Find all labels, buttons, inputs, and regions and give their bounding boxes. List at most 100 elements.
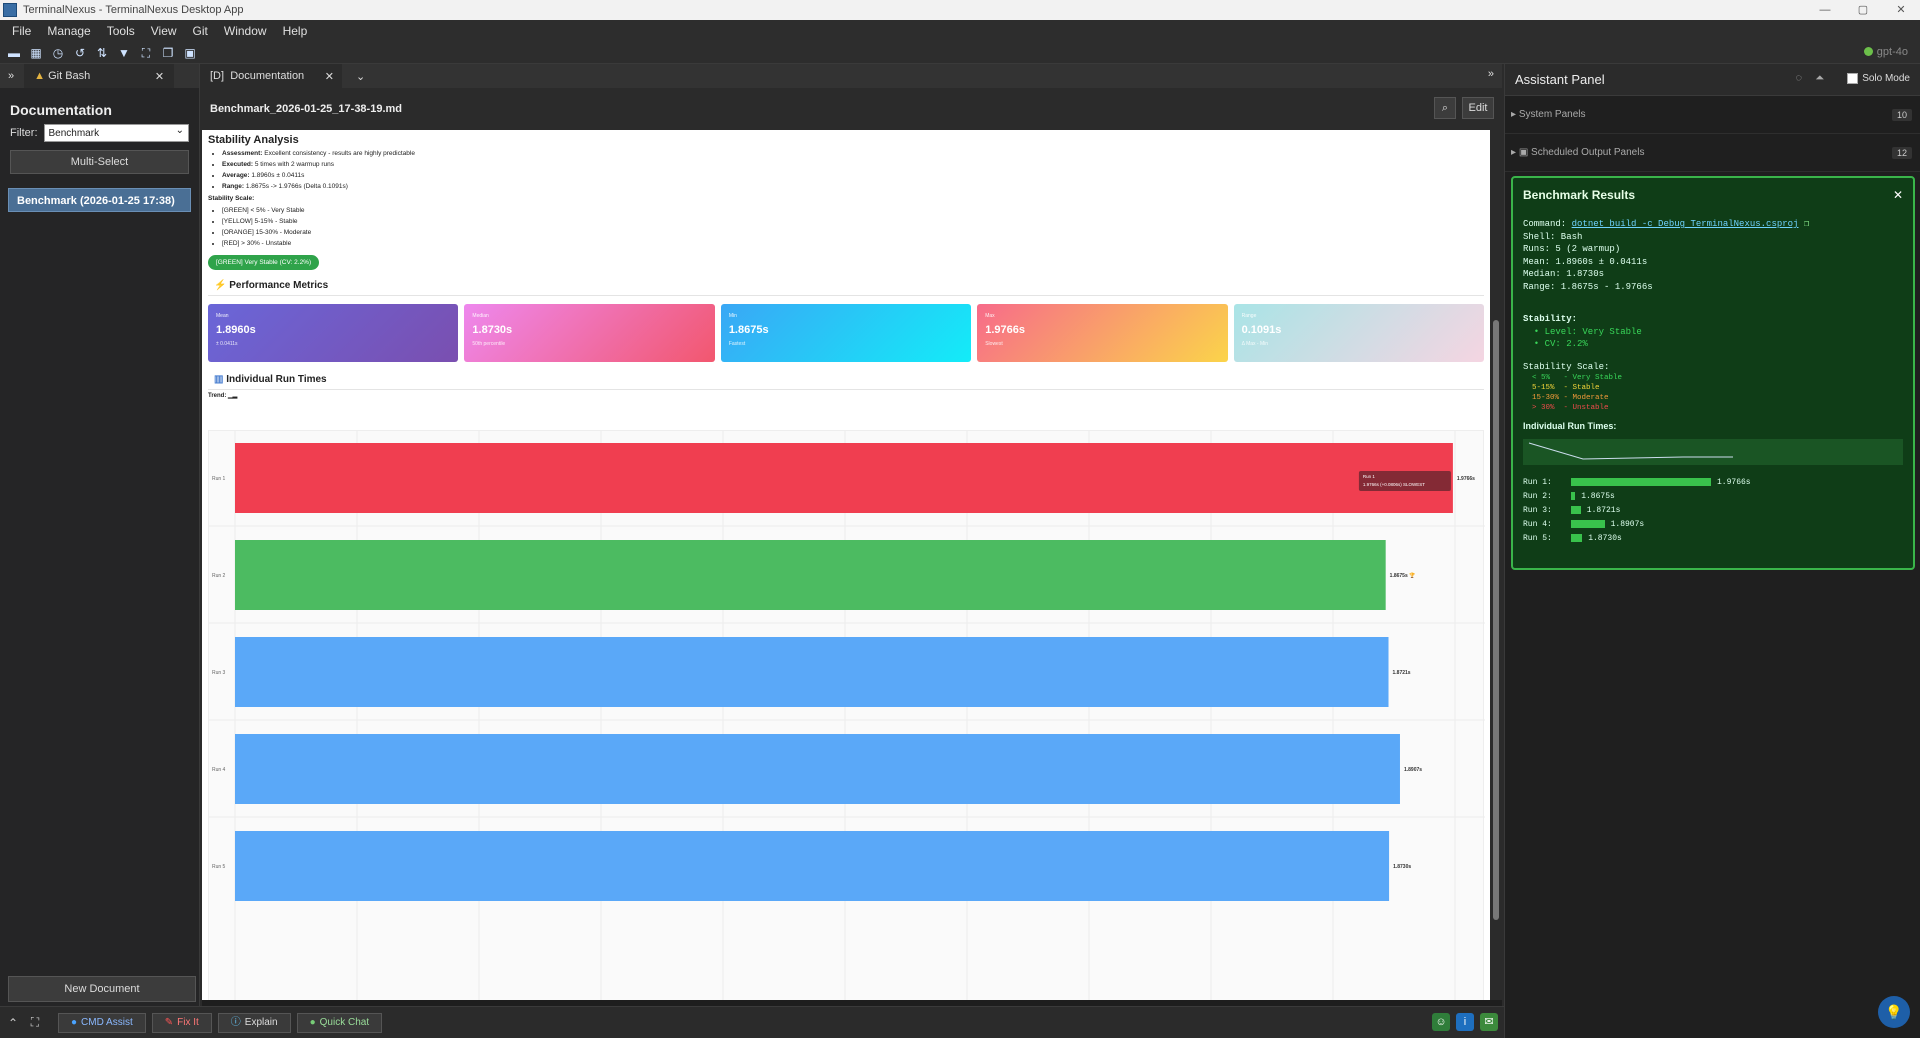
model-indicator[interactable]: gpt-4o [1863, 46, 1908, 58]
trend-sparkline-icon: ▁▂ [228, 393, 238, 399]
menu-view[interactable]: View [143, 24, 185, 38]
count-badge: 10 [1891, 108, 1912, 121]
scale-heading: Stability Scale: [208, 195, 255, 202]
window-title: TerminalNexus - TerminalNexus Desktop Ap… [23, 4, 244, 16]
info-icon: ⓘ [230, 1016, 241, 1028]
close-tab-icon[interactable]: ✕ [325, 70, 334, 83]
menu-tools[interactable]: Tools [99, 24, 143, 38]
scrollbar[interactable] [1490, 130, 1502, 1000]
bar-run-1[interactable] [235, 443, 1453, 513]
checkbox[interactable] [1847, 73, 1859, 84]
lightning-icon: ⚡ [214, 280, 227, 291]
wrench-icon: ✎ [164, 1016, 174, 1028]
menu-window[interactable]: Window [216, 24, 275, 38]
edit-button[interactable]: Edit [1462, 97, 1494, 119]
tick-label: Run 4 [212, 767, 226, 773]
panel-icon: ▣ [1518, 147, 1532, 158]
info-icon[interactable]: i [1456, 1013, 1474, 1031]
run-row: Run 2: 1.8675s [1523, 489, 1903, 503]
new-document-button[interactable]: New Document [8, 976, 196, 1002]
count-badge: 12 [1891, 146, 1912, 159]
system-panels-row[interactable]: ▸ System Panels 10 [1505, 96, 1920, 134]
maximize-icon[interactable]: ▢ [1844, 0, 1882, 20]
bar-run-2[interactable] [235, 540, 1386, 610]
robot-icon[interactable]: ☺ [1432, 1013, 1450, 1031]
warning-icon: ▲ [34, 70, 46, 82]
layout-icon[interactable]: ▦ [28, 46, 44, 60]
fullscreen-icon[interactable]: ⛶ [138, 46, 154, 60]
lightbulb-icon[interactable]: 💡 [1878, 996, 1910, 1028]
expand-up-icon[interactable]: ⌃ [4, 1016, 22, 1030]
collapse-left-icon[interactable]: » [8, 70, 14, 82]
bottom-bar: ⌃ ⛶ ● CMD Assist ✎ Fix It ⓘ Explain ● Quick … [0, 1006, 1504, 1038]
chevron-down-icon[interactable]: ⌄ [356, 70, 365, 83]
markdown-content: Stability Analysis Assessment: Excellent… [202, 130, 1490, 1000]
menu-file[interactable]: File [4, 24, 39, 38]
close-icon[interactable]: ✕ [1882, 0, 1920, 20]
app-icon [3, 3, 17, 17]
history-icon[interactable]: ↺ [72, 46, 88, 60]
list-item: [GREEN] < 5% - Very Stable [222, 205, 1490, 216]
explain-button[interactable]: ⓘ Explain [217, 1012, 291, 1033]
run-times-heading: ▥ Individual Run Times [208, 370, 1484, 390]
close-tab-icon[interactable]: ✕ [155, 70, 164, 83]
expand-icon[interactable]: ▸ [1511, 109, 1519, 120]
run-bars: Run 1: 1.9766s Run 2: 1.8675s Run 3: 1.8721s R… [1523, 475, 1903, 545]
quick-chat-button[interactable]: ● Quick Chat [296, 1012, 383, 1033]
performance-heading: ⚡ Performance Metrics [208, 270, 1484, 296]
tooltip-title: Run 1 [1363, 474, 1376, 479]
bar-run-4[interactable] [235, 734, 1400, 804]
run-times-chart: Run 1 1.9766s Run 2 1.8675s 🏆 Run 3 1.8721s Ru… [208, 430, 1485, 1000]
copy-icon[interactable]: ❐ [1804, 219, 1809, 229]
collapse-up-icon[interactable]: ⏶ [1815, 72, 1824, 85]
save-icon[interactable]: ▣ [182, 46, 198, 60]
tooltip-text: 1.9766s (+0.0806s) SLOWEST [1363, 482, 1425, 487]
solo-mode-toggle[interactable]: Solo Mode [1847, 73, 1910, 84]
expand-icon[interactable]: ▸ [1511, 147, 1519, 158]
scheduled-panels-row[interactable]: ▸ ▣ Scheduled Output Panels 12 [1505, 134, 1920, 172]
bar-run-3[interactable] [235, 637, 1389, 707]
metric-card-range: Range 0.1091s Δ Max - Min [1233, 304, 1485, 362]
filter-dropdown[interactable]: Benchmark [43, 122, 189, 142]
benchmark-results-card: Benchmark Results ✕ Command: dotnet buil… [1511, 176, 1915, 570]
benchmark-title: Benchmark Results [1523, 188, 1636, 202]
bar-run-5[interactable] [235, 831, 1390, 901]
chat-icon[interactable]: ✉ [1480, 1013, 1498, 1031]
list-item: Range: 1.8675s -> 1.9766s (Delta 0.1091s… [222, 181, 1490, 192]
close-icon[interactable]: ✕ [1893, 188, 1903, 202]
scale-orange: 15-30% - Moderate [1523, 394, 1609, 402]
scrollbar-thumb[interactable] [1493, 320, 1499, 920]
refresh-icon[interactable]: ◌ [1795, 72, 1802, 84]
cmd-assist-button[interactable]: ● CMD Assist [58, 1012, 146, 1033]
windows-icon[interactable]: ❐ [160, 46, 176, 60]
fix-it-button[interactable]: ✎ Fix It [151, 1012, 212, 1033]
menu-manage[interactable]: Manage [39, 24, 98, 38]
run-label: Run 5: [1523, 533, 1552, 543]
fullscreen-icon[interactable]: ⛶ [26, 1015, 44, 1030]
collapse-right-icon[interactable]: » [1488, 68, 1494, 80]
command-link[interactable]: dotnet build -c Debug TerminalNexus.cspr… [1572, 219, 1799, 229]
shell-text: Shell: Bash [1523, 231, 1583, 242]
run-value: 1.8730s [1588, 533, 1622, 543]
tick-label: Run 5 [212, 864, 226, 870]
minimize-icon[interactable]: — [1806, 0, 1844, 20]
tab-documentation[interactable]: [D] Documentation ✕ [202, 64, 342, 88]
title-bar: TerminalNexus - TerminalNexus Desktop Ap… [0, 0, 1920, 20]
clock-icon[interactable]: ◷ [50, 46, 66, 60]
documentation-sidebar: » ▲ Git Bash ✕ Documentation Filter: Ben… [0, 64, 200, 1006]
filter-icon[interactable]: ▼ [116, 46, 132, 60]
run-times-sparkline [1523, 439, 1903, 465]
search-icon[interactable]: ⌕ [1434, 97, 1456, 119]
menu-git[interactable]: Git [185, 24, 216, 38]
folder-open-icon[interactable]: ▬ [6, 46, 22, 60]
run-label: Run 1: [1523, 477, 1552, 487]
menu-help[interactable]: Help [275, 24, 316, 38]
tab-git-bash[interactable]: ▲ Git Bash ✕ [24, 64, 175, 88]
run-row: Run 4: 1.8907s [1523, 517, 1903, 531]
list-item[interactable]: Benchmark (2026-01-25 17:38) [8, 188, 191, 212]
list-item: Assessment: Excellent consistency - resu… [222, 148, 1490, 159]
run-label: Run 4: [1523, 519, 1552, 529]
multi-select-button[interactable]: Multi-Select [10, 150, 189, 174]
menu-bar: File Manage Tools View Git Window Help [0, 20, 1920, 42]
sort-icon[interactable]: ⇅ [94, 46, 110, 60]
